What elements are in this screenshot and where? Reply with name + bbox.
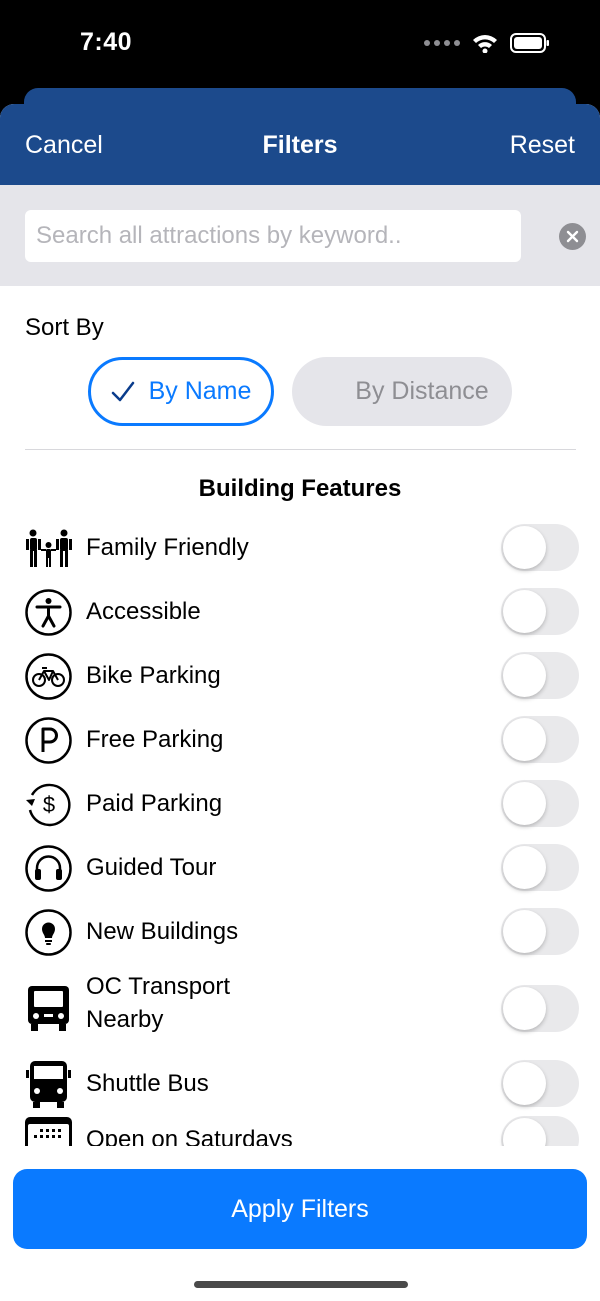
feature-label: OC Transport Nearby — [86, 973, 231, 1033]
shuttle-bus-icon — [24, 1060, 73, 1109]
search-bar — [0, 185, 600, 286]
feature-label: Family Friendly — [86, 534, 249, 561]
feature-label: Bike Parking — [86, 662, 221, 689]
feature-row-new-buildings: New Buildings — [0, 900, 600, 964]
wifi-icon — [473, 35, 497, 53]
bicycle-icon — [24, 652, 73, 701]
sort-by-name-button[interactable]: By Name — [88, 357, 274, 426]
bottom-bar: Apply Filters — [0, 1146, 600, 1301]
nav-bar: Cancel Filters Reset — [0, 104, 600, 185]
status-icons — [424, 33, 550, 53]
new-buildings-toggle[interactable] — [501, 908, 579, 955]
parking-icon — [24, 716, 73, 765]
feature-label: Shuttle Bus — [86, 1070, 209, 1097]
checkmark-icon — [111, 381, 134, 401]
accessible-toggle[interactable] — [501, 588, 579, 635]
battery-icon — [510, 33, 549, 53]
toggle-knob — [503, 1062, 546, 1105]
feature-row-shuttle-bus: Shuttle Bus — [0, 1052, 600, 1116]
feature-row-bike-parking: Bike Parking — [0, 644, 600, 708]
oc-transport-toggle[interactable] — [501, 985, 579, 1032]
feature-label: Accessible — [86, 598, 201, 625]
reset-button[interactable]: Reset — [510, 131, 575, 160]
calendar-icon — [24, 1116, 73, 1146]
family-friendly-toggle[interactable] — [501, 524, 579, 571]
paid-parking-icon: $ — [24, 780, 73, 829]
feature-label: Free Parking — [86, 726, 224, 753]
feature-label: Paid Parking — [86, 790, 223, 817]
feature-row-paid-parking: $ Paid Parking — [0, 772, 600, 836]
toggle-knob — [503, 590, 546, 633]
toggle-knob — [503, 654, 546, 697]
feature-label: Guided Tour — [86, 854, 217, 881]
clear-search-icon[interactable] — [559, 223, 586, 250]
lightbulb-icon — [24, 908, 73, 957]
toggle-knob — [503, 782, 546, 825]
section-title: Building Features — [198, 475, 402, 502]
home-indicator — [194, 1281, 408, 1288]
filters-sheet: Cancel Filters Reset Sort By By Name By … — [0, 104, 600, 1301]
toggle-knob — [503, 910, 546, 953]
shuttle-bus-toggle[interactable] — [501, 1060, 579, 1107]
guided-tour-toggle[interactable] — [501, 844, 579, 891]
toggle-knob — [503, 846, 546, 889]
accessibility-icon — [24, 588, 73, 637]
apply-filters-button[interactable]: Apply Filters — [13, 1169, 587, 1249]
sort-by-name-label: By Name — [148, 377, 252, 405]
feature-label: Open on Saturdays — [86, 1126, 293, 1146]
free-parking-toggle[interactable] — [501, 716, 579, 763]
feature-row-family-friendly: Family Friendly — [0, 516, 600, 580]
sort-by-distance-label: By Distance — [355, 377, 489, 405]
sort-by-distance-button[interactable]: By Distance — [292, 357, 512, 426]
status-time: 7:40 — [80, 28, 133, 56]
paid-parking-toggle[interactable] — [501, 780, 579, 827]
feature-row-free-parking: Free Parking — [0, 708, 600, 772]
divider — [25, 449, 576, 450]
svg-text:$: $ — [43, 792, 55, 817]
sort-by-label: Sort By — [25, 314, 104, 341]
family-icon — [24, 524, 73, 573]
toggle-knob — [503, 987, 546, 1030]
toggle-knob — [503, 718, 546, 761]
search-input[interactable] — [25, 210, 521, 262]
status-bar: 7:40 — [0, 0, 600, 90]
features-list: Family Friendly Accessible Bike Parking … — [0, 516, 600, 1146]
open-saturdays-toggle[interactable] — [501, 1116, 579, 1146]
feature-label: New Buildings — [86, 918, 239, 945]
headphones-icon — [24, 844, 73, 893]
toggle-knob — [503, 1118, 546, 1146]
feature-row-oc-transport: OC Transport Nearby — [0, 964, 600, 1052]
feature-row-open-saturdays: Open on Saturdays — [0, 1116, 600, 1146]
bike-parking-toggle[interactable] — [501, 652, 579, 699]
feature-row-accessible: Accessible — [0, 580, 600, 644]
feature-row-guided-tour: Guided Tour — [0, 836, 600, 900]
cellular-signal-icon — [424, 40, 460, 46]
bus-front-icon — [24, 984, 73, 1033]
toggle-knob — [503, 526, 546, 569]
